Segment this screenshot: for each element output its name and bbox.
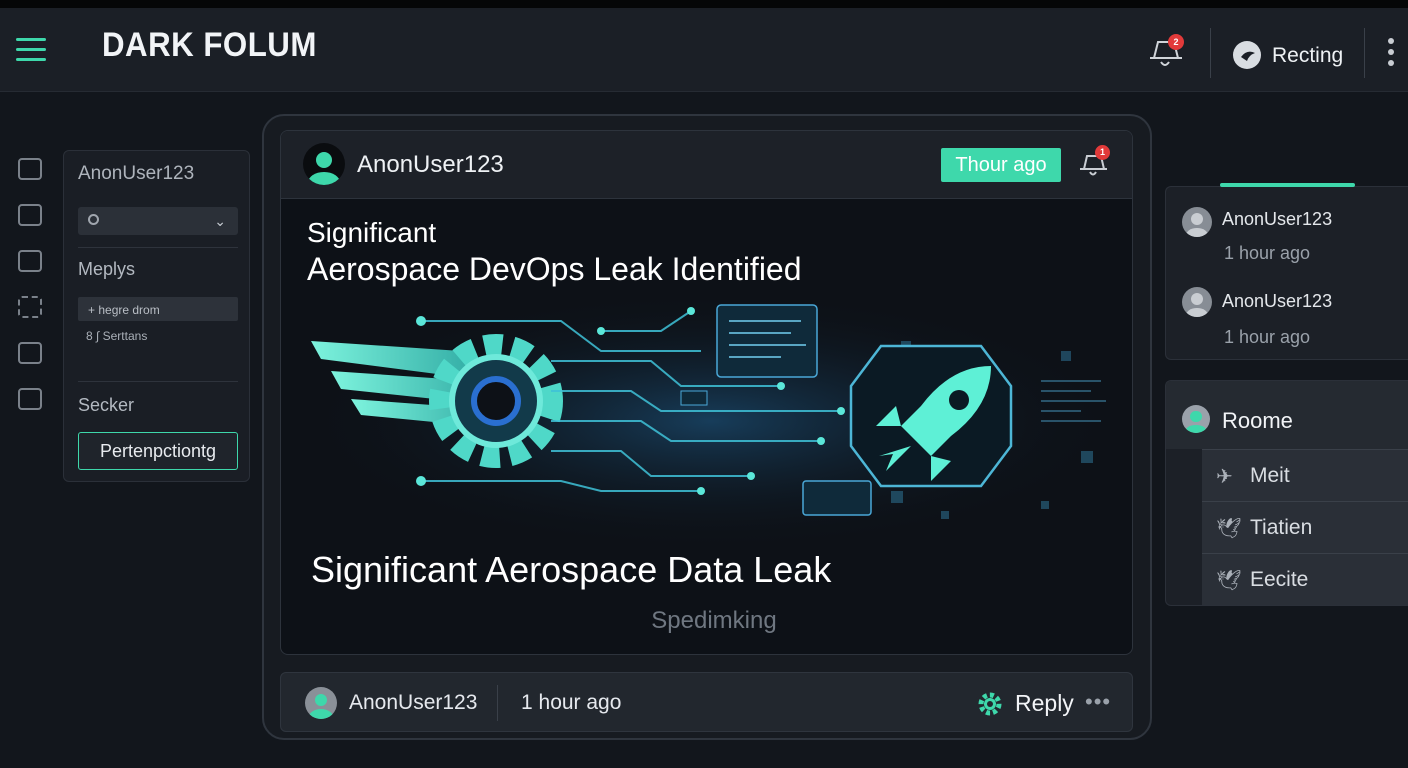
activity-time: 1 hour ago	[1224, 243, 1311, 263]
room-title: Roome	[1222, 408, 1293, 433]
room-item-label: Eecite	[1250, 568, 1309, 591]
post-header: AnonUser123 Thour ago 1	[281, 131, 1132, 199]
bird-icon: ✈	[1216, 466, 1233, 488]
divider	[1364, 28, 1365, 78]
search-icon	[88, 214, 99, 225]
avatar[interactable]	[1182, 287, 1212, 317]
divider	[497, 685, 498, 721]
room-panel: Roome ✈ Meit 🕊 Tiatien 🕊 Eecite	[1165, 380, 1408, 606]
post-action-bar: AnonUser123 1 hour ago Reply •••	[280, 672, 1133, 732]
room-item-label: Meit	[1250, 464, 1290, 487]
activity-name[interactable]: AnonUser123	[1222, 209, 1332, 230]
bird-icon: 🕊	[1216, 518, 1242, 540]
user-menu-label[interactable]: Recting	[1272, 44, 1343, 68]
list-item[interactable]: 8 ∫ Serttans	[86, 329, 147, 343]
avatar[interactable]	[1182, 207, 1212, 237]
scan-icon[interactable]	[18, 388, 42, 410]
user-status-icon[interactable]	[1233, 41, 1261, 69]
gear-icon[interactable]	[977, 691, 1003, 717]
reply-author[interactable]: AnonUser123	[349, 691, 477, 715]
time-badge: Thour ago	[941, 148, 1061, 182]
room-item-label: Tiatien	[1250, 516, 1313, 539]
chevron-down-icon: ⌄	[214, 213, 226, 229]
activity-panel: AnonUser123 1 hour ago AnonUser123 1 hou…	[1165, 186, 1408, 360]
avatar[interactable]	[303, 143, 345, 185]
notification-badge: 1	[1095, 145, 1110, 160]
notification-bell-icon[interactable]: 2	[1146, 34, 1184, 72]
divider	[78, 381, 238, 382]
more-icon[interactable]: •••	[1085, 689, 1111, 715]
post-card: AnonUser123 Thour ago 1 Significant Aero…	[280, 130, 1133, 655]
post-bell-icon[interactable]: 1	[1077, 145, 1110, 181]
divider	[78, 247, 238, 248]
room-item[interactable]: 🕊 Tiatien	[1202, 501, 1408, 553]
activity-name[interactable]: AnonUser123	[1222, 291, 1332, 312]
post-headline: Aerospace DevOps Leak Identified	[307, 251, 802, 287]
panel-username: AnonUser123	[78, 163, 195, 184]
icon-rail	[18, 158, 46, 434]
inbox-icon[interactable]	[18, 158, 42, 180]
reply-time: 1 hour ago	[521, 691, 622, 714]
calendar-icon[interactable]	[18, 204, 42, 226]
room-avatar	[1182, 405, 1210, 433]
divider	[1210, 28, 1211, 78]
room-item[interactable]: ✈ Meit	[1202, 449, 1408, 501]
notification-badge: 2	[1168, 34, 1184, 50]
grid-icon[interactable]	[18, 296, 42, 318]
activity-time: 1 hour ago	[1224, 327, 1311, 347]
bird-icon: 🕊	[1216, 570, 1242, 592]
new-window-icon[interactable]	[18, 342, 42, 364]
section-title-secker: Secker	[78, 395, 135, 415]
post-author[interactable]: AnonUser123	[357, 151, 504, 179]
post-title: Significant Aerospace Data Leak	[311, 549, 832, 590]
room-item[interactable]: 🕊 Eecite	[1202, 553, 1408, 605]
rocket-icon	[849, 344, 1013, 488]
aerospace-illustration	[301, 291, 1121, 551]
room-header[interactable]: Roome	[1166, 381, 1408, 449]
post-footer-text: Spedimking	[651, 607, 777, 634]
menu-icon[interactable]	[16, 38, 46, 62]
app-title: DARK FOLUM	[102, 26, 317, 64]
list-item[interactable]: + hegre drom	[78, 297, 238, 321]
reply-button[interactable]: Reply	[1015, 690, 1074, 717]
left-panel: AnonUser123 ⌄ Meplys + hegre drom 8 ∫ Se…	[63, 150, 250, 482]
avatar[interactable]	[305, 687, 337, 719]
section-title-replies: Meplys	[78, 259, 136, 279]
post-subtitle: Significant	[307, 217, 437, 248]
search-dropdown[interactable]: ⌄	[78, 207, 238, 235]
action-button[interactable]: Pertenpctiontg	[78, 432, 238, 470]
active-tab-indicator	[1220, 183, 1355, 187]
top-bar: DARK FOLUM 2 Recting	[0, 0, 1408, 92]
checklist-icon[interactable]	[18, 250, 42, 272]
more-options-icon[interactable]	[1386, 38, 1396, 72]
